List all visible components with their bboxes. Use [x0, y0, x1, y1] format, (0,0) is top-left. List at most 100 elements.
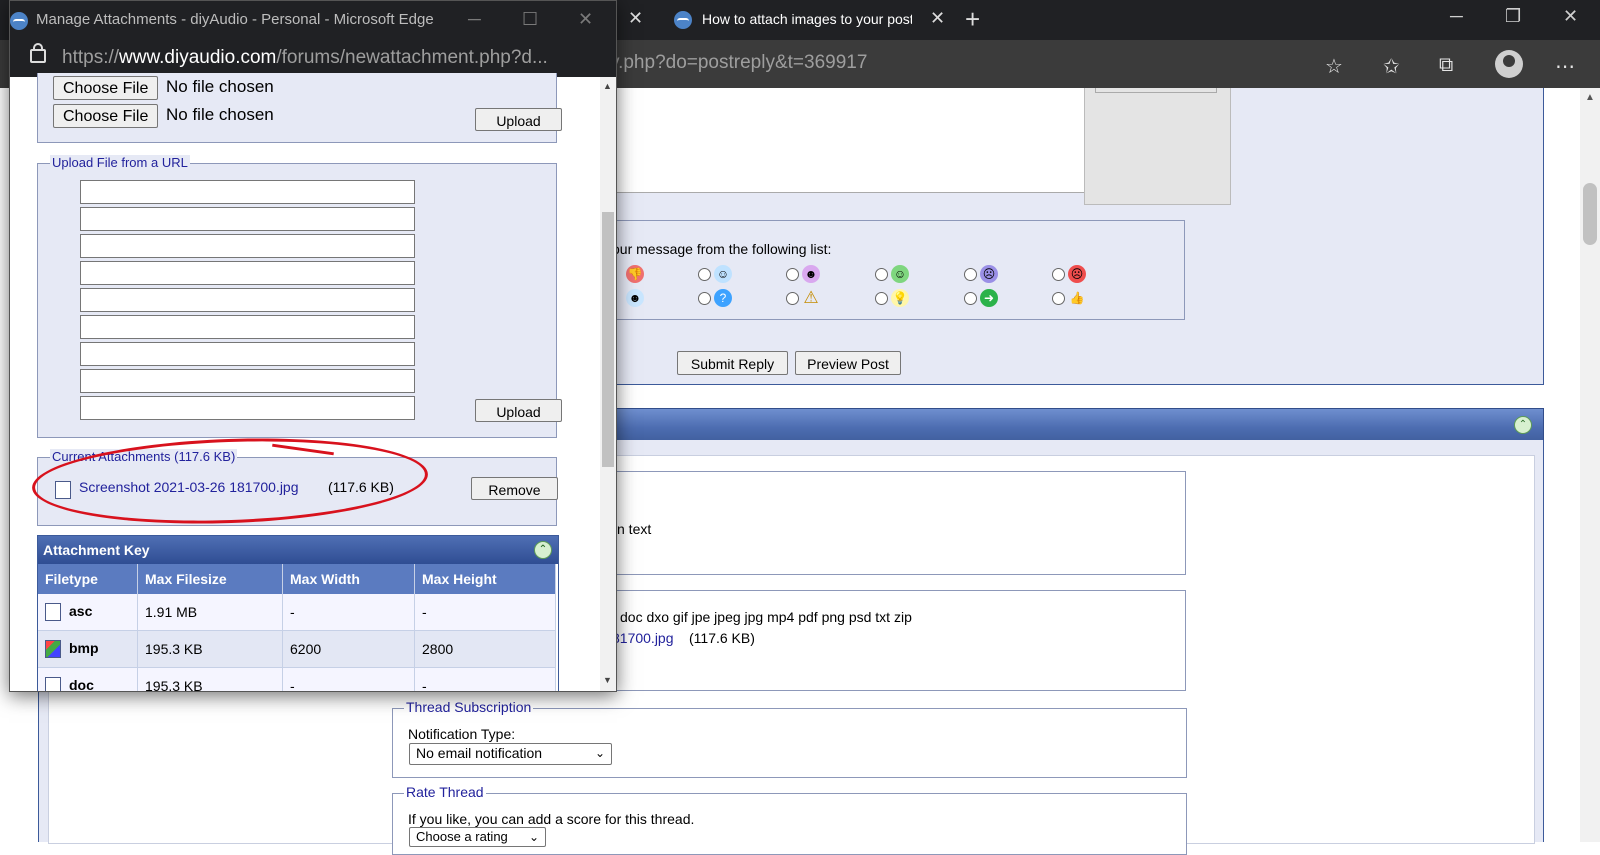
- popup-content: Choose File No file chosen Choose File N…: [10, 73, 600, 692]
- icon-radio[interactable]: [698, 268, 711, 281]
- url-input[interactable]: [80, 369, 415, 393]
- profile-icon[interactable]: [1495, 50, 1523, 78]
- rating-select[interactable]: Choose a rating ⌄: [409, 827, 546, 847]
- icon-radio[interactable]: [698, 292, 711, 305]
- idea-icon: 💡: [891, 289, 909, 307]
- column-header: Max Filesize: [137, 564, 283, 594]
- big-grin-icon: ☺: [891, 265, 909, 283]
- collections-icon[interactable]: ⧉: [1439, 54, 1453, 77]
- choose-file-button[interactable]: Choose File: [53, 104, 159, 128]
- remove-attachment-button[interactable]: Remove: [471, 477, 558, 500]
- address-text[interactable]: y.php?do=postreply&t=369917: [610, 52, 867, 74]
- arrow-icon: ➜: [980, 289, 998, 307]
- message-textarea[interactable]: [600, 88, 1086, 193]
- add-favorite-icon[interactable]: ☆: [1325, 54, 1343, 79]
- side-box: [1084, 88, 1231, 205]
- notification-type-label: Notification Type:: [408, 726, 516, 742]
- max-size-cell: 195.3 KB: [137, 630, 283, 668]
- icon-radio[interactable]: [786, 268, 799, 281]
- url-path: /forums/newattachment.php?d...: [276, 47, 548, 68]
- collapse-icon[interactable]: ⌃: [534, 541, 552, 559]
- angry-icon: ☹: [1068, 265, 1086, 283]
- url-input[interactable]: [80, 207, 415, 231]
- thread-subscription-box: Thread Subscription Notification Type: N…: [392, 699, 1187, 778]
- submit-reply-button[interactable]: Submit Reply: [677, 351, 788, 375]
- manage-attachments-popup: Manage Attachments - diyAudio - Personal…: [9, 0, 617, 692]
- attachment-key-table: Filetype Max Filesize Max Width Max Heig…: [38, 564, 556, 692]
- question-icon: ?: [714, 289, 732, 307]
- smile-icon: ☺: [714, 265, 732, 283]
- icon-radio[interactable]: [1052, 268, 1065, 281]
- upload-url-fieldset: Upload File from a URL Upload: [37, 155, 562, 438]
- icon-radio[interactable]: [875, 292, 888, 305]
- thumbs-down-icon: 👎: [626, 265, 644, 283]
- column-header: Max Height: [414, 564, 556, 594]
- filetype-cell: bmp: [69, 639, 99, 656]
- url-input[interactable]: [80, 288, 415, 312]
- icon-radio[interactable]: [875, 268, 888, 281]
- scroll-up-icon[interactable]: ▲: [1585, 92, 1595, 103]
- url-input[interactable]: [80, 315, 415, 339]
- rate-legend: Rate Thread: [404, 784, 486, 800]
- no-file-text: No file chosen: [166, 105, 274, 124]
- icon-radio[interactable]: [964, 292, 977, 305]
- table-row: bmp 195.3 KB 6200 2800: [38, 630, 556, 668]
- doc-file-icon: [45, 677, 61, 691]
- icon-radio[interactable]: [1052, 292, 1065, 305]
- table-row: doc 195.3 KB - -: [38, 667, 556, 692]
- upload-button[interactable]: Upload: [475, 108, 562, 131]
- attachment-size: (117.6 KB): [689, 630, 755, 646]
- url-input[interactable]: [80, 342, 415, 366]
- attachment-key-title: Attachment Key: [43, 542, 150, 558]
- preview-post-button[interactable]: Preview Post: [795, 351, 901, 375]
- close-window-icon[interactable]: ✕: [578, 9, 593, 30]
- warning-icon: ⚠: [803, 288, 819, 307]
- url-input[interactable]: [80, 261, 415, 285]
- scrollbar-thumb[interactable]: [602, 212, 614, 467]
- icon-radio[interactable]: [786, 292, 799, 305]
- rate-thread-box: Rate Thread If you like, you can add a s…: [392, 784, 1187, 855]
- attachment-link[interactable]: 81700.jpg: [612, 630, 674, 646]
- url-input[interactable]: [80, 180, 415, 204]
- url-host: www.diyaudio.com: [119, 47, 277, 68]
- filetype-cell: doc: [69, 676, 94, 692]
- close-window-icon[interactable]: ✕: [1563, 6, 1578, 27]
- attachment-key-panel: Attachment Key ⌃ Filetype Max Filesize M…: [37, 535, 559, 692]
- popup-titlebar: Manage Attachments - diyAudio - Personal…: [10, 1, 616, 41]
- option-text-fragment: n text: [617, 521, 652, 537]
- filetype-cell: asc: [69, 602, 93, 619]
- notification-type-select[interactable]: No email notification ⌄: [409, 743, 612, 765]
- scroll-up-icon[interactable]: ▲: [603, 81, 612, 91]
- attachments-summary-box: doc dxo gif jpe jpeg jpg mp4 pdf png psd…: [600, 590, 1186, 691]
- collapse-icon[interactable]: ⌃: [1514, 416, 1532, 434]
- upload-url-button[interactable]: Upload: [475, 399, 562, 422]
- restore-icon[interactable]: ❐: [1505, 6, 1521, 27]
- scroll-down-icon[interactable]: ▼: [603, 675, 612, 685]
- url-input[interactable]: [80, 396, 415, 420]
- minimize-icon[interactable]: ─: [1450, 6, 1463, 27]
- cool-icon: ☻: [626, 289, 644, 307]
- diyaudio-favicon-icon: [10, 12, 28, 30]
- maximize-icon[interactable]: ☐: [522, 9, 538, 30]
- options-box: n text: [600, 471, 1186, 575]
- page-scrollbar[interactable]: ▲: [1580, 88, 1600, 842]
- upload-url-legend: Upload File from a URL: [50, 155, 190, 170]
- allowed-types-text: doc dxo gif jpe jpeg jpg mp4 pdf png psd…: [620, 609, 912, 625]
- tab-active[interactable]: How to attach images to your post ✕: [652, 0, 952, 40]
- close-tab-icon[interactable]: ✕: [628, 8, 643, 29]
- url-input[interactable]: [80, 234, 415, 258]
- more-icon[interactable]: ⋯: [1555, 54, 1575, 79]
- scrollbar-thumb[interactable]: [1583, 183, 1597, 245]
- icon-radio[interactable]: [964, 268, 977, 281]
- column-header: Filetype: [38, 564, 138, 594]
- rate-help-text: If you like, you can add a score for thi…: [408, 811, 695, 827]
- max-width-cell: -: [282, 594, 415, 631]
- close-tab-icon[interactable]: ✕: [930, 8, 945, 29]
- popup-address-bar[interactable]: https://www.diyaudio.com/forums/newattac…: [10, 41, 616, 77]
- notification-type-value: No email notification: [416, 745, 543, 761]
- favorites-icon[interactable]: ✩: [1383, 54, 1400, 79]
- choose-file-button[interactable]: Choose File: [53, 76, 159, 100]
- popup-scrollbar[interactable]: ▲ ▼: [600, 77, 616, 691]
- new-tab-icon[interactable]: +: [965, 4, 980, 35]
- minimize-icon[interactable]: ─: [468, 9, 481, 30]
